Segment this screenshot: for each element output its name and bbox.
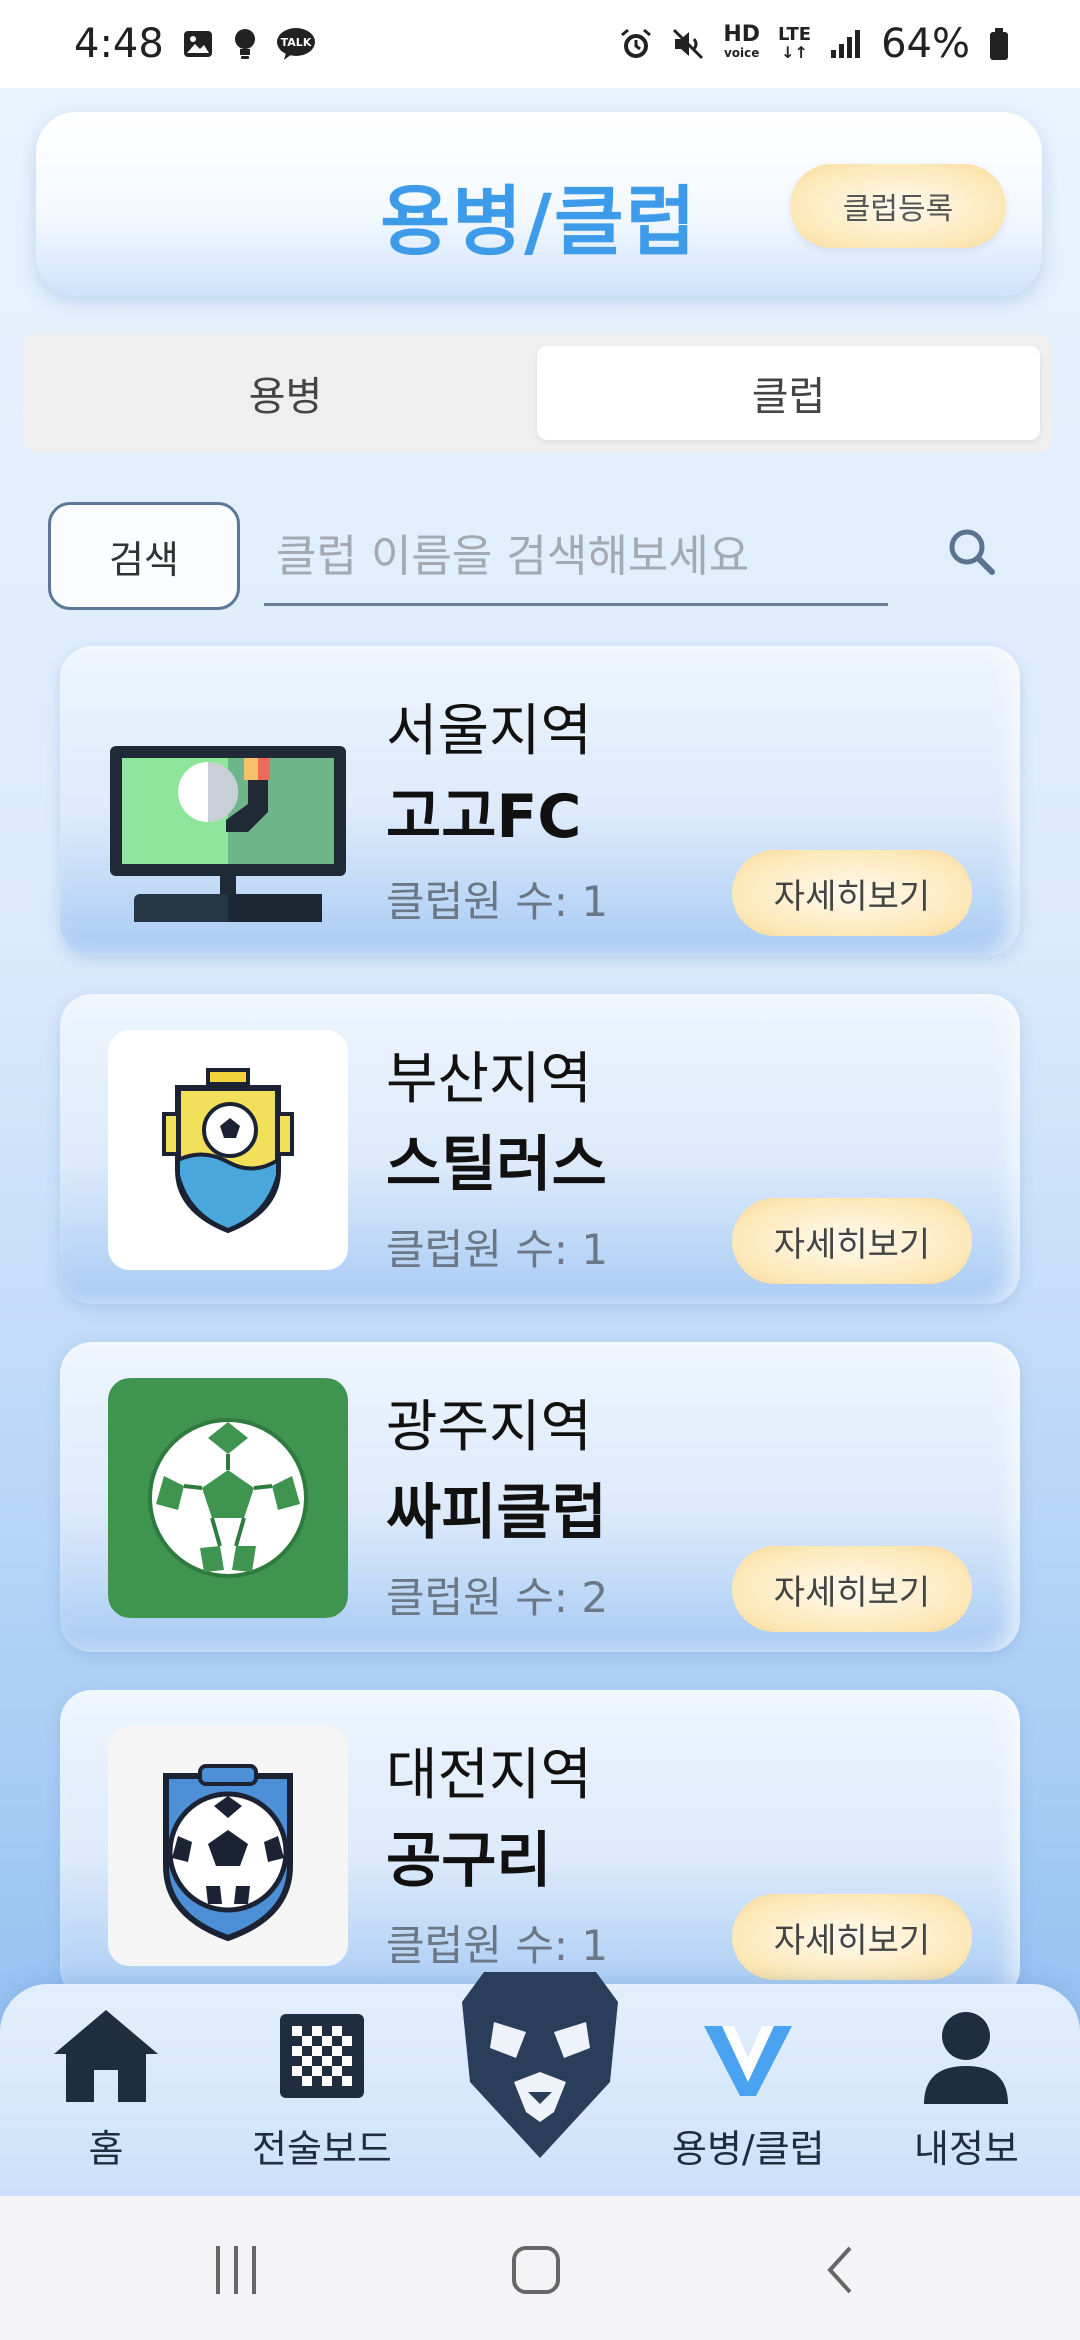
- nav-tactics-board[interactable]: 전술보드: [252, 2006, 392, 2173]
- kakaotalk-icon: TALK: [276, 27, 316, 61]
- back-icon[interactable]: [820, 2244, 860, 2300]
- club-member-count: 클럽원 수: 1: [386, 1225, 609, 1274]
- search-button[interactable]: 검색: [48, 502, 240, 610]
- blue-shield-ball-icon: [108, 1726, 348, 1966]
- club-name: 스틸러스: [386, 1130, 607, 1200]
- club-member-count: 클럽원 수: 1: [386, 877, 609, 926]
- home-button-icon[interactable]: [510, 2244, 562, 2300]
- detail-button[interactable]: 자세히보기: [732, 1894, 972, 1980]
- club-name: 공구리: [386, 1826, 552, 1896]
- club-name: 고고FC: [386, 782, 582, 852]
- tab-bar: 용병 클럽: [22, 334, 1052, 452]
- signal-icon: [829, 28, 863, 60]
- mute-icon: [671, 27, 705, 61]
- club-card[interactable]: 서울지역 고고FC 클럽원 수: 1 자세히보기: [60, 646, 1020, 956]
- svg-text:TALK: TALK: [280, 36, 311, 49]
- detail-button[interactable]: 자세히보기: [732, 1198, 972, 1284]
- checkerboard-icon: [276, 2006, 368, 2110]
- green-soccer-ball-icon: [108, 1378, 348, 1618]
- detail-button[interactable]: 자세히보기: [732, 1546, 972, 1632]
- search-icon[interactable]: [944, 524, 1000, 580]
- system-nav-bar: [0, 2196, 1080, 2340]
- club-name: 싸피클럽: [386, 1478, 607, 1548]
- home-icon: [50, 2006, 162, 2110]
- lion-logo-icon[interactable]: [454, 1962, 626, 2162]
- club-list: 서울지역 고고FC 클럽원 수: 1 자세히보기 부산지역 스틸러스 클럽원 수…: [60, 646, 1020, 2038]
- ship-shield-ball-icon: [108, 1030, 348, 1270]
- bottom-nav: 홈 전술보드 용병/클럽 내정보: [0, 1972, 1080, 2196]
- club-card[interactable]: 광주지역 싸피클럽 클럽원 수: 2 자세히보기: [60, 1342, 1020, 1652]
- recent-apps-icon[interactable]: [212, 2244, 262, 2300]
- alarm-icon: [619, 27, 653, 61]
- club-region: 부산지역: [386, 1047, 593, 1112]
- monitor-football-icon: [108, 682, 348, 922]
- nav-mercenary-club[interactable]: 용병/클럽: [672, 2006, 825, 2173]
- nav-my-info[interactable]: 내정보: [914, 2006, 1019, 2173]
- battery-icon: [988, 27, 1010, 61]
- detail-button[interactable]: 자세히보기: [732, 850, 972, 936]
- club-card[interactable]: 대전지역 공구리 클럽원 수: 1 자세히보기: [60, 1690, 1020, 2000]
- gallery-icon: [182, 28, 214, 60]
- person-icon: [918, 2006, 1014, 2110]
- bulb-icon: [232, 27, 258, 61]
- club-region: 광주지역: [386, 1395, 593, 1460]
- tab-mercenary[interactable]: 용병: [34, 346, 537, 440]
- nav-mercenary-club-label: 용병/클럽: [672, 2127, 825, 2171]
- tab-club[interactable]: 클럽: [537, 346, 1040, 440]
- battery-percent: 64%: [881, 21, 970, 67]
- status-time: 4:48: [74, 21, 164, 67]
- search-input[interactable]: [264, 510, 888, 606]
- club-register-button[interactable]: 클럽등록: [790, 164, 1006, 248]
- club-region: 대전지역: [386, 1743, 593, 1808]
- club-region: 서울지역: [386, 699, 593, 764]
- club-card[interactable]: 부산지역 스틸러스 클럽원 수: 1 자세히보기: [60, 994, 1020, 1304]
- nav-home-label: 홈: [88, 2127, 124, 2171]
- header-card: 용병/클럽 클럽등록: [36, 112, 1042, 296]
- hd-voice-icon: HD voice: [723, 22, 761, 61]
- lte-icon: LTE ↓↑: [778, 24, 812, 62]
- v-logo-icon: [700, 2006, 796, 2110]
- club-member-count: 클럽원 수: 2: [386, 1573, 609, 1622]
- nav-home[interactable]: 홈: [50, 2006, 162, 2173]
- nav-tactics-label: 전술보드: [252, 2127, 392, 2171]
- status-bar: 4:48 TALK HD voice LTE ↓↑ 64%: [0, 0, 1080, 88]
- nav-my-info-label: 내정보: [914, 2127, 1019, 2171]
